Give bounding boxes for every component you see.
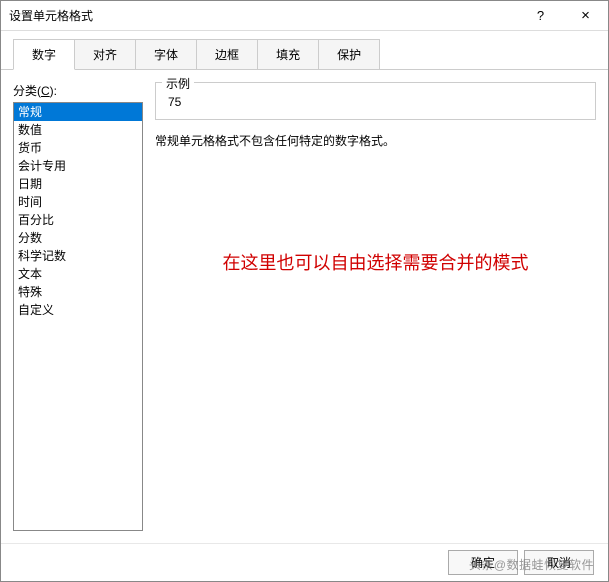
list-item[interactable]: 百分比 <box>14 211 142 229</box>
ok-button[interactable]: 确定 <box>448 550 518 575</box>
close-button[interactable]: × <box>563 1 608 31</box>
list-item[interactable]: 科学记数 <box>14 247 142 265</box>
help-button[interactable]: ? <box>518 1 563 31</box>
list-item[interactable]: 特殊 <box>14 283 142 301</box>
example-label: 示例 <box>162 75 194 92</box>
list-item[interactable]: 数值 <box>14 121 142 139</box>
tab-border[interactable]: 边框 <box>196 39 258 69</box>
category-listbox[interactable]: 常规 数值 货币 会计专用 日期 时间 百分比 分数 科学记数 文本 特殊 自定… <box>13 102 143 531</box>
dialog-footer: 确定 取消 头条@数据蛙恢复软件 <box>1 543 608 581</box>
cancel-button[interactable]: 取消 <box>524 550 594 575</box>
content-area: 分类(C): 常规 数值 货币 会计专用 日期 时间 百分比 分数 科学记数 文… <box>1 70 608 543</box>
format-description: 常规单元格格式不包含任何特定的数字格式。 <box>155 132 596 149</box>
tab-fill[interactable]: 填充 <box>257 39 319 69</box>
example-group: 示例 75 <box>155 82 596 120</box>
tab-alignment[interactable]: 对齐 <box>74 39 136 69</box>
category-label: 分类(C): <box>13 82 143 99</box>
list-item[interactable]: 分数 <box>14 229 142 247</box>
detail-column: 示例 75 常规单元格格式不包含任何特定的数字格式。 在这里也可以自由选择需要合… <box>155 82 596 531</box>
format-cells-dialog: 设置单元格格式 ? × 数字 对齐 字体 边框 填充 保护 分类(C): 常规 … <box>0 0 609 582</box>
category-column: 分类(C): 常规 数值 货币 会计专用 日期 时间 百分比 分数 科学记数 文… <box>13 82 143 531</box>
list-item[interactable]: 常规 <box>14 103 142 121</box>
list-item[interactable]: 日期 <box>14 175 142 193</box>
list-item[interactable]: 货币 <box>14 139 142 157</box>
example-value: 75 <box>166 91 585 109</box>
tab-bar: 数字 对齐 字体 边框 填充 保护 <box>1 31 608 70</box>
titlebar: 设置单元格格式 ? × <box>1 1 608 31</box>
tab-number[interactable]: 数字 <box>13 39 75 70</box>
window-title: 设置单元格格式 <box>9 7 518 24</box>
list-item[interactable]: 会计专用 <box>14 157 142 175</box>
tab-font[interactable]: 字体 <box>135 39 197 69</box>
list-item[interactable]: 文本 <box>14 265 142 283</box>
annotation-text: 在这里也可以自由选择需要合并的模式 <box>155 249 596 275</box>
list-item[interactable]: 自定义 <box>14 301 142 319</box>
list-item[interactable]: 时间 <box>14 193 142 211</box>
tab-protection[interactable]: 保护 <box>318 39 380 69</box>
